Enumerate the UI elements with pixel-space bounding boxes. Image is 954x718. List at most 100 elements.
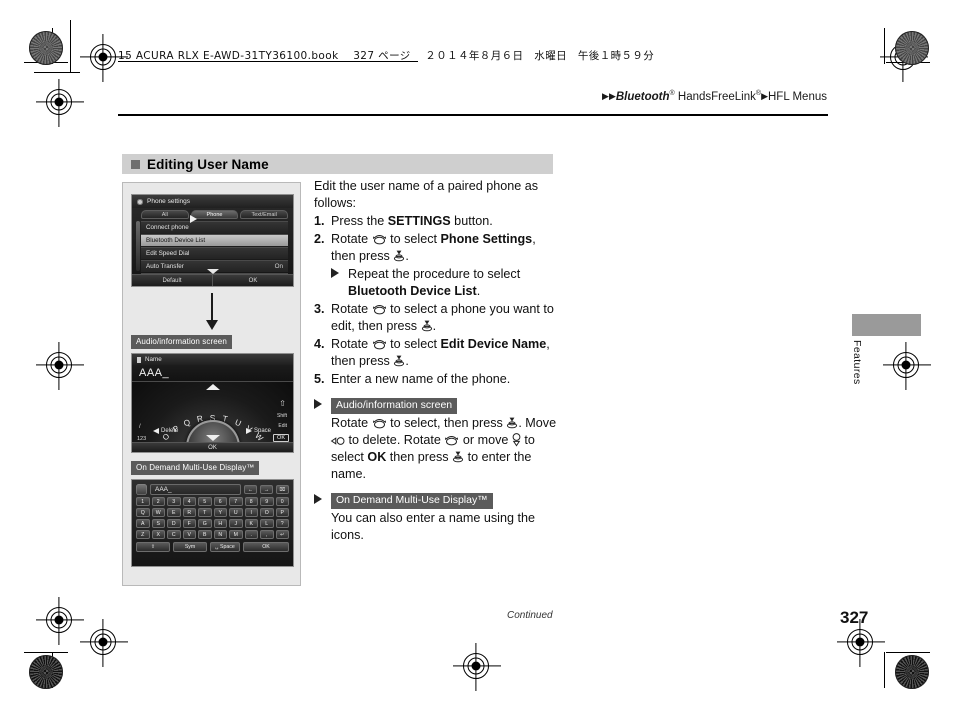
keyboard-key[interactable]: U	[229, 508, 243, 517]
keyboard-key[interactable]: ,	[260, 530, 274, 539]
keyboard-key[interactable]: Y	[213, 508, 227, 517]
name-text-field[interactable]: AAA_	[132, 365, 293, 382]
keyboard-key[interactable]: F	[182, 519, 196, 528]
ok-key[interactable]: OK	[273, 434, 289, 442]
keyboard-key[interactable]: J	[229, 519, 243, 528]
item-label: Edit Speed Dial	[146, 250, 190, 257]
screen-ok-bar[interactable]: OK	[132, 442, 293, 452]
keyboard-key[interactable]: ↵	[275, 530, 289, 539]
default-button[interactable]: Default	[132, 275, 212, 286]
keyboard-key[interactable]: S	[151, 519, 165, 528]
keyboard-key[interactable]: K	[244, 519, 258, 528]
manual-page: 15 ACURA RLX E-AWD-31TY36100.book 327 ペー…	[0, 0, 954, 718]
arrow-left-icon	[153, 428, 159, 434]
shift-key[interactable]: ⇧	[136, 542, 170, 552]
keyboard-key[interactable]: 3	[167, 497, 181, 506]
registration-mark	[463, 653, 489, 679]
note-item: Audio/information screen Rotate to select…	[314, 397, 560, 483]
ok-key[interactable]: OK	[243, 542, 289, 552]
screen-title-bar: Name	[132, 354, 293, 365]
keyboard-key[interactable]: 8	[244, 497, 258, 506]
text-run: to delete. Rotate	[345, 433, 445, 447]
keyboard-key[interactable]: X	[151, 530, 165, 539]
keyboard-rows: 1 2 3 4 5 6 7 8 9 0 Q W E R T Y U I O P A S D F G H J K L? Z X C V B N M., ↵	[132, 497, 293, 539]
keyboard-key[interactable]: ?	[275, 519, 289, 528]
keyboard-key[interactable]: T	[198, 508, 212, 517]
keyboard-key[interactable]: 9	[260, 497, 274, 506]
item-label: Auto Transfer	[146, 263, 184, 270]
delete-control[interactable]: Delete	[153, 428, 178, 434]
scrollbar[interactable]	[136, 221, 140, 271]
press-knob-icon	[421, 320, 432, 332]
keyboard-key[interactable]: A	[136, 519, 150, 528]
press-knob-icon	[394, 355, 405, 367]
keyboard-key[interactable]: 1	[136, 497, 150, 506]
keyboard-key[interactable]: 6	[213, 497, 227, 506]
breadcrumb-arrow-icon: ▶▶	[602, 90, 616, 101]
screen-tabs: All Phone Text/Email	[132, 208, 293, 220]
space-control[interactable]: Space	[245, 428, 271, 434]
chevron-down-icon[interactable]	[205, 435, 220, 441]
keyboard-key[interactable]: B	[198, 530, 212, 539]
emphasis: Bluetooth Device List	[348, 284, 477, 298]
text-run: to select, then press	[386, 416, 507, 430]
keyboard-key[interactable]: Z	[136, 530, 150, 539]
triangle-bullet-icon	[314, 494, 322, 504]
keyboard-key[interactable]: G	[198, 519, 212, 528]
tab-phone[interactable]: Phone	[190, 210, 239, 219]
wheel-letter[interactable]: Q	[183, 418, 192, 429]
tab-all[interactable]: All	[141, 210, 189, 219]
step-item: 3. Rotate to select a phone you want to e…	[314, 301, 560, 335]
keyboard-key[interactable]: M	[229, 530, 243, 539]
keyboard-key[interactable]: L	[260, 519, 274, 528]
header-rule-top	[118, 61, 418, 62]
keyboard-key[interactable]: O	[260, 508, 274, 517]
step-number: 3.	[314, 302, 325, 316]
keyboard-key[interactable]: N	[213, 530, 227, 539]
keyboard-key[interactable]: E	[167, 508, 181, 517]
settings-list-item[interactable]: Connect phone	[141, 221, 288, 233]
screenshot-phone-settings: Phone settings All Phone Text/Email Conn…	[131, 194, 294, 287]
ok-button[interactable]: OK	[212, 275, 293, 286]
cursor-right-key[interactable]: →	[260, 485, 273, 494]
keyboard-key[interactable]: 4	[182, 497, 196, 506]
crop-mark	[70, 20, 72, 72]
keyboard-key[interactable]: 5	[198, 497, 212, 506]
cursor-left-key[interactable]: ←	[244, 485, 257, 494]
backspace-key[interactable]: ⌧	[276, 485, 289, 494]
emphasis: SETTINGS	[387, 214, 451, 228]
keyboard-key[interactable]: D	[167, 519, 181, 528]
chevron-up-icon[interactable]	[205, 384, 220, 390]
settings-list-item[interactable]: Bluetooth Device List	[141, 234, 288, 246]
keyboard-key[interactable]: Q	[136, 508, 150, 517]
back-icon[interactable]	[136, 484, 147, 495]
keyboard-key[interactable]: R	[182, 508, 196, 517]
keyboard-text-field[interactable]: AAA_	[150, 484, 241, 495]
crop-mark	[886, 652, 930, 654]
settings-list-item[interactable]: Edit Speed Dial	[141, 247, 288, 259]
note-chip: On Demand Multi-Use Display™	[331, 493, 493, 509]
keyboard-key[interactable]: P	[275, 508, 289, 517]
keyboard-key[interactable]: 7	[229, 497, 243, 506]
step-substep: Repeat the procedure to select Bluetooth…	[331, 266, 560, 300]
keyboard-key[interactable]: C	[167, 530, 181, 539]
text-run: to select	[386, 337, 441, 351]
shift-icon[interactable]: ⇧	[279, 399, 286, 408]
keyboard-key[interactable]: 2	[151, 497, 165, 506]
tab-text-email[interactable]: Text/Email	[240, 210, 289, 219]
step-item: 5. Enter a new name of the phone.	[314, 371, 560, 388]
registration-mark	[893, 352, 919, 378]
keyboard-key[interactable]: H	[213, 519, 227, 528]
move-left-icon	[330, 437, 345, 445]
keyboard-key[interactable]: 0	[275, 497, 289, 506]
wheel-letter[interactable]: U	[233, 418, 242, 429]
keyboard-key[interactable]: I	[244, 508, 258, 517]
keyboard-key[interactable]: .	[244, 530, 258, 539]
symbol-key[interactable]: Sym	[173, 542, 207, 552]
space-key[interactable]: ␣ Space	[210, 542, 240, 552]
section-title-bar: Editing User Name	[122, 154, 553, 174]
page-title: Editing User Name	[147, 156, 269, 172]
caption-audio-screen: Audio/information screen	[131, 335, 232, 349]
keyboard-key[interactable]: V	[182, 530, 196, 539]
keyboard-key[interactable]: W	[151, 508, 165, 517]
